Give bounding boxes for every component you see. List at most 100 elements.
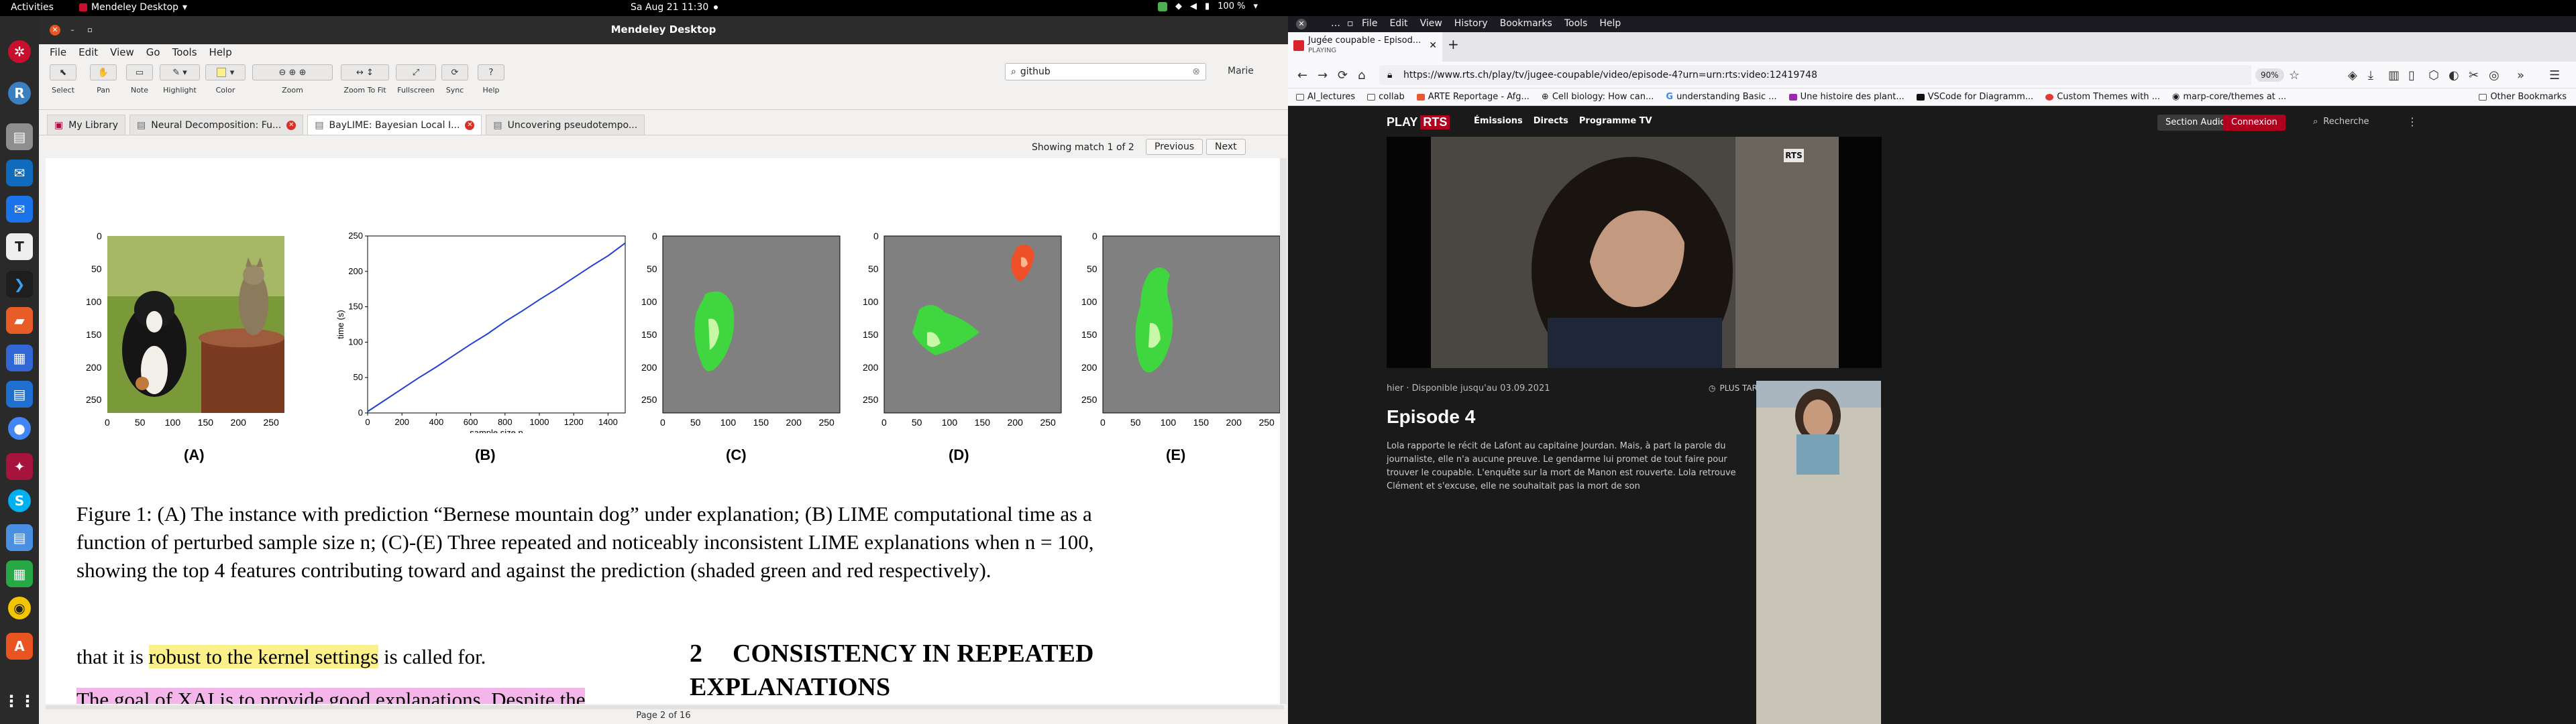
calendar-app-icon[interactable]: ▦ — [6, 345, 33, 371]
addon-icon[interactable]: ◐ — [2449, 68, 2459, 82]
next-match-button[interactable]: Next — [1206, 139, 1246, 155]
bookmark-link[interactable]: Custom Themes with ... — [2045, 92, 2160, 102]
back-icon[interactable]: ← — [1297, 68, 1307, 82]
url-bar[interactable]: 🔒︎ https://www.rts.ch/play/tv/jugee-coup… — [1379, 65, 2251, 85]
bookmark-link[interactable]: ⊕ Cell biology: How can... — [1542, 92, 1654, 102]
sidebar-icon[interactable]: ▯ — [2408, 68, 2415, 82]
zoom-tool[interactable]: ⊖ ⊕ ⊕ Zoom — [252, 64, 333, 95]
menu-help[interactable]: Help — [1599, 18, 1621, 29]
pdf-page[interactable]: 0 200 400 600 800 1000 1200 1400 0 50 100 150 200 250… — [46, 158, 1284, 704]
tab-my-library[interactable]: ▣ My Library — [47, 115, 126, 135]
bookmark-star-icon[interactable]: ☆ — [2289, 68, 2300, 82]
nav-emissions[interactable]: Émissions — [1474, 116, 1523, 126]
video-player[interactable]: RTS — [1387, 137, 1882, 368]
rhythmbox-app-icon[interactable]: ◉ — [8, 597, 31, 619]
extension-icon[interactable]: ⬡ — [2428, 68, 2439, 82]
library-icon[interactable]: ▥ — [2388, 68, 2400, 82]
docs-app-icon[interactable]: ▤ — [6, 524, 33, 551]
zoom-to-fit-tool[interactable]: ↔ ↕ Zoom To Fit — [341, 64, 389, 95]
show-apps-icon[interactable]: ⋮⋮ — [3, 688, 36, 715]
skype-app-icon[interactable]: S — [8, 489, 31, 512]
close-tab-icon[interactable]: ✕ — [286, 120, 297, 130]
connexion-button[interactable]: Connexion — [2223, 115, 2286, 131]
files-app-icon[interactable]: ▤ — [6, 123, 33, 150]
menu-history[interactable]: History — [1454, 18, 1488, 29]
bookmark-link[interactable]: VSCode for Diagramm... — [1916, 92, 2033, 102]
tab-document[interactable]: ▤ Neural Decomposition: Fu... ✕ — [129, 115, 304, 135]
profile-icon[interactable]: ◎ — [2489, 68, 2500, 82]
overflow-icon[interactable]: » — [2517, 68, 2524, 82]
vscode-app-icon[interactable]: ❯ — [6, 271, 33, 298]
app-menu[interactable]: Mendeley Desktop ▾ — [79, 2, 187, 13]
nav-programme-tv[interactable]: Programme TV — [1579, 116, 1652, 126]
watch-later-button[interactable]: ◷ PLUS TARD — [1709, 383, 1764, 393]
clear-search-icon[interactable]: ⊗ — [1192, 66, 1200, 77]
forward-icon[interactable]: → — [1318, 68, 1328, 82]
clock[interactable]: Sa Aug 21 11:30 — [631, 2, 718, 13]
search-button[interactable]: ⌕ Recherche — [2313, 117, 2369, 127]
note-tool[interactable]: ▭ Note — [126, 64, 153, 95]
pink-highlight[interactable]: The goal of XAI is to provide good expla… — [76, 688, 586, 704]
menu-bookmarks[interactable]: Bookmarks — [1500, 18, 1552, 29]
browser-tab-active[interactable]: Jugée coupable - Episod... PLAYING ✕ — [1288, 32, 1442, 62]
search-field[interactable]: ⌕ github ⊗ — [1005, 63, 1206, 80]
user-name[interactable]: Marie — [1228, 66, 1254, 76]
nav-directs[interactable]: Directs — [1534, 116, 1568, 126]
more-icon[interactable]: ⋮ — [2407, 115, 2418, 128]
mail-app-icon[interactable]: ✉ — [6, 196, 33, 223]
minimize-icon[interactable]: … — [1331, 18, 1340, 29]
activities-button[interactable]: Activities — [11, 2, 54, 13]
related-thumbnail[interactable] — [1756, 381, 1881, 724]
menu-tools[interactable]: Tools — [172, 46, 197, 58]
vertical-scrollbar[interactable] — [1280, 158, 1287, 704]
system-tray[interactable]: ◆ ◀ ▮ 100 % ▾ — [1158, 1, 1258, 11]
close-tab-icon[interactable]: ✕ — [465, 120, 475, 130]
home-icon[interactable]: ⌂ — [1358, 68, 1365, 82]
hamburger-menu-icon[interactable]: ☰ — [2549, 68, 2560, 82]
mendeley-app-icon[interactable]: ✦ — [6, 453, 33, 480]
menu-view[interactable]: View — [110, 46, 134, 58]
section-audio-button[interactable]: Section Audio — [2157, 115, 2234, 131]
maximize-icon[interactable]: ▫ — [1347, 18, 1354, 29]
highlight-tool[interactable]: ✎ ▾ Highlight — [160, 64, 200, 95]
calc-app-icon[interactable]: ▦ — [6, 560, 33, 587]
menu-go[interactable]: Go — [146, 46, 160, 58]
previous-match-button[interactable]: Previous — [1146, 139, 1203, 155]
menu-file[interactable]: File — [1362, 18, 1377, 29]
settings-app-icon[interactable]: ✲ — [8, 40, 31, 63]
yellow-highlight[interactable]: robust to the kernel settings — [148, 645, 379, 668]
bookmark-link[interactable]: Gunderstanding Basic ... — [1666, 92, 1776, 102]
writer-app-icon[interactable]: ▤ — [6, 381, 33, 408]
software-app-icon[interactable]: A — [6, 633, 33, 660]
zoom-level[interactable]: 90% — [2255, 68, 2284, 82]
new-tab-button[interactable]: + — [1448, 36, 1459, 52]
url-input[interactable]: https://www.rts.ch/play/tv/jugee-coupabl… — [1403, 70, 1817, 80]
outlook-app-icon[interactable]: ✉ — [6, 160, 33, 186]
bookmark-folder[interactable]: collab — [1367, 92, 1405, 102]
menu-file[interactable]: File — [50, 46, 66, 58]
menu-tools[interactable]: Tools — [1564, 18, 1588, 29]
fullscreen-tool[interactable]: ⤢ Fullscreen — [396, 64, 436, 95]
pan-tool[interactable]: ✋ Pan — [90, 64, 117, 95]
sync-tool[interactable]: ⟳ Sync — [441, 64, 468, 95]
bookmark-link[interactable]: Une histoire des plant... — [1788, 92, 1904, 102]
screenshot-icon[interactable]: ✂ — [2469, 68, 2479, 82]
typora-app-icon[interactable]: T — [6, 233, 33, 260]
reload-icon[interactable]: ⟳ — [1338, 68, 1348, 82]
bookmark-folder[interactable]: AI_lectures — [1296, 92, 1355, 102]
tab-document-active[interactable]: ▤ BayLIME: Bayesian Local I... ✕ — [307, 115, 482, 135]
other-bookmarks[interactable]: Other Bookmarks — [2479, 92, 2567, 102]
bookmark-link[interactable]: ARTE Reportage - Afg... — [1416, 92, 1529, 102]
select-tool[interactable]: ⬉ Select — [50, 64, 76, 95]
bookmark-link[interactable]: ◉ marp-core/themes at ... — [2172, 92, 2286, 102]
chrome-app-icon[interactable]: ● — [8, 417, 31, 440]
menu-edit[interactable]: Edit — [1389, 18, 1407, 29]
pocket-icon[interactable]: ◈ — [2348, 68, 2357, 82]
close-icon[interactable]: ✕ — [1296, 19, 1307, 29]
impress-app-icon[interactable]: ▰ — [6, 307, 33, 334]
color-tool[interactable]: ▾ Color — [205, 64, 246, 95]
tab-document[interactable]: ▤ Uncovering pseudotempo... — [486, 115, 645, 135]
help-tool[interactable]: ? Help — [478, 64, 504, 95]
rts-logo[interactable]: PLAY RTS — [1387, 115, 1450, 129]
downloads-icon[interactable]: ⤓ — [2368, 68, 2373, 82]
